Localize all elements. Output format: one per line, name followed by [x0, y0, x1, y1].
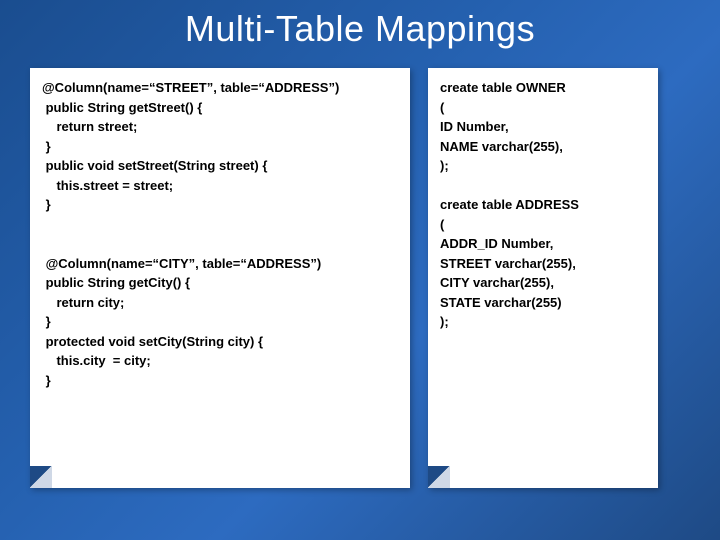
content-row: @Column(name=“STREET”, table=“ADDRESS”) … — [30, 68, 690, 520]
sql-code-panel: create table OWNER ( ID Number, NAME var… — [428, 68, 658, 488]
sql-code-block: create table OWNER ( ID Number, NAME var… — [440, 78, 646, 332]
java-code-panel: @Column(name=“STREET”, table=“ADDRESS”) … — [30, 68, 410, 488]
page-title: Multi-Table Mappings — [30, 8, 690, 50]
java-code-block: @Column(name=“STREET”, table=“ADDRESS”) … — [42, 78, 398, 390]
slide: Multi-Table Mappings @Column(name=“STREE… — [0, 0, 720, 540]
